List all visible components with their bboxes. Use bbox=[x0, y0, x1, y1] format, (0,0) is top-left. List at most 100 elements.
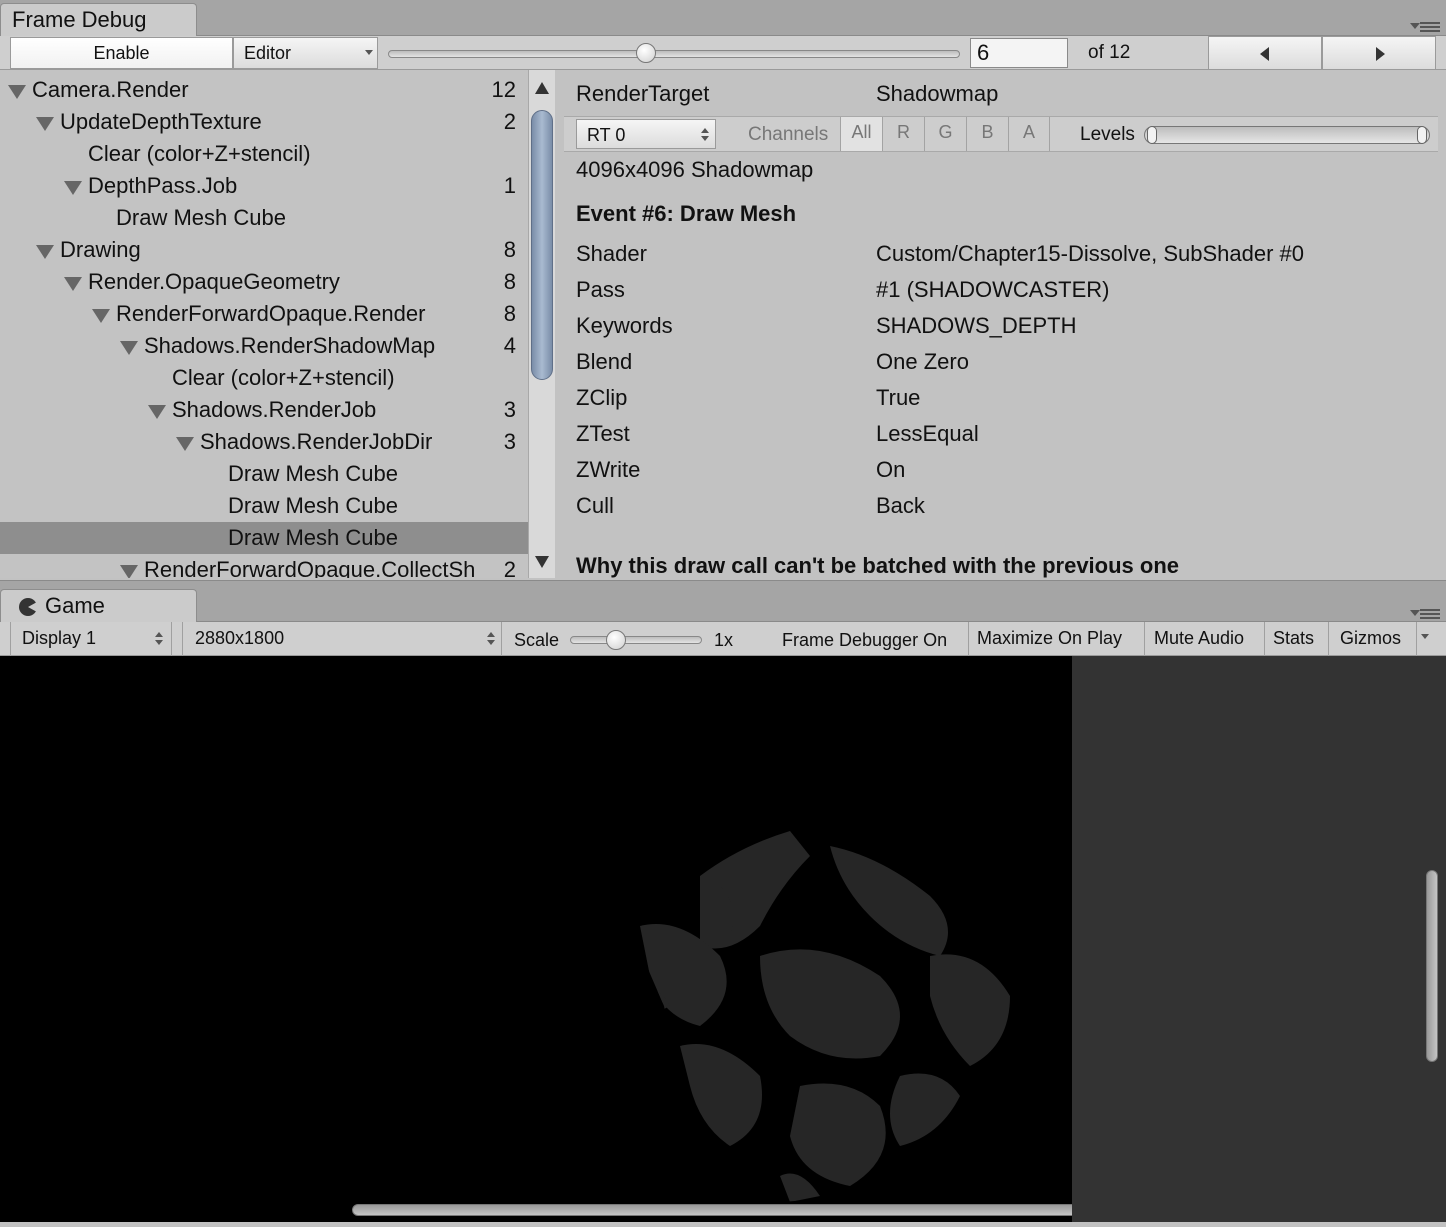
game-toolbar: Display 1 2880x1800 Scale 1x Frame Debug… bbox=[0, 622, 1446, 656]
event-slider[interactable] bbox=[388, 36, 964, 70]
arrow-right-icon bbox=[1376, 47, 1385, 61]
levels-min-handle[interactable] bbox=[1147, 126, 1157, 144]
expand-triangle-icon[interactable] bbox=[8, 85, 26, 99]
display-dropdown[interactable]: Display 1 bbox=[10, 622, 172, 656]
event-tree: Camera.Render 12 UpdateDepthTexture 2 Clear … bbox=[0, 70, 528, 578]
maximize-on-play-toggle[interactable]: Maximize On Play bbox=[977, 622, 1122, 654]
levels-range-slider[interactable] bbox=[1144, 126, 1430, 144]
tree-row[interactable]: Render.OpaqueGeometry 8 bbox=[0, 266, 528, 298]
rt-select-label: RT 0 bbox=[587, 125, 626, 145]
channel-b-button[interactable]: B bbox=[966, 117, 1008, 151]
tree-scrollbar-thumb[interactable] bbox=[531, 110, 553, 380]
editor-dropdown-label: Editor bbox=[244, 43, 292, 63]
chevron-down-icon[interactable] bbox=[1421, 634, 1429, 639]
tree-row-count: 2 bbox=[499, 106, 516, 138]
gizmos-toggle[interactable]: Gizmos bbox=[1340, 622, 1401, 654]
property-name: ZClip bbox=[576, 385, 628, 410]
game-viewport[interactable] bbox=[0, 656, 1078, 1222]
expand-triangle-icon[interactable] bbox=[36, 245, 54, 259]
scroll-up-icon[interactable] bbox=[535, 82, 549, 94]
tree-scrollbar[interactable] bbox=[528, 70, 555, 578]
scale-slider-thumb[interactable] bbox=[606, 630, 626, 650]
tree-row-label: RenderForwardOpaque.CollectSh bbox=[144, 557, 476, 578]
updown-icon bbox=[701, 128, 709, 142]
viewport-vertical-scrollbar[interactable] bbox=[1426, 870, 1438, 1062]
tree-row[interactable]: Shadows.RenderJobDir 3 bbox=[0, 426, 528, 458]
tree-row-label: DepthPass.Job bbox=[88, 173, 238, 198]
game-window-menu-icon[interactable] bbox=[1410, 607, 1440, 621]
tree-row-label: Draw Mesh Cube bbox=[228, 493, 398, 518]
previous-event-button[interactable] bbox=[1208, 36, 1322, 70]
event-slider-thumb[interactable] bbox=[636, 43, 656, 63]
tree-row[interactable]: Draw Mesh Cube bbox=[0, 490, 528, 522]
tree-row-label: Shadows.RenderJob bbox=[172, 397, 377, 422]
channel-a-button[interactable]: A bbox=[1008, 117, 1050, 151]
stats-toggle[interactable]: Stats bbox=[1273, 622, 1314, 654]
tree-row-label: Draw Mesh Cube bbox=[228, 525, 398, 550]
enable-button[interactable]: Enable bbox=[10, 37, 233, 69]
next-event-button[interactable] bbox=[1322, 36, 1436, 70]
scroll-down-icon[interactable] bbox=[535, 556, 549, 568]
render-target-toolbar: RT 0 Channels All R G B A Levels bbox=[564, 116, 1438, 152]
tree-row-label: Draw Mesh Cube bbox=[116, 205, 286, 230]
tree-row[interactable]: Camera.Render 12 bbox=[0, 74, 528, 106]
tree-row[interactable]: Clear (color+Z+stencil) bbox=[0, 138, 528, 170]
expand-triangle-icon[interactable] bbox=[92, 309, 110, 323]
expand-triangle-icon[interactable] bbox=[36, 117, 54, 131]
viewport-horizontal-scrollbar[interactable] bbox=[352, 1204, 1078, 1216]
property-value: #1 (SHADOWCASTER) bbox=[876, 277, 1110, 302]
arrow-left-icon bbox=[1260, 47, 1269, 61]
frame-debug-tab[interactable]: Frame Debug bbox=[0, 3, 197, 36]
tree-row-label: Clear (color+Z+stencil) bbox=[88, 141, 311, 166]
tree-row[interactable]: Shadows.RenderShadowMap 4 bbox=[0, 330, 528, 362]
property-name: Blend bbox=[576, 349, 633, 374]
toolbar-separator bbox=[1264, 622, 1265, 656]
tree-row[interactable]: UpdateDepthTexture 2 bbox=[0, 106, 528, 138]
tree-row[interactable]: Draw Mesh Cube bbox=[0, 458, 528, 490]
event-index-input[interactable]: 6 bbox=[970, 38, 1068, 68]
scale-label: Scale bbox=[514, 630, 560, 650]
tree-row[interactable]: Shadows.RenderJob 3 bbox=[0, 394, 528, 426]
tree-row-label: RenderForwardOpaque.Render bbox=[116, 301, 426, 326]
expand-triangle-icon[interactable] bbox=[176, 437, 194, 451]
tree-row[interactable]: RenderForwardOpaque.Render 8 bbox=[0, 298, 528, 330]
expand-triangle-icon[interactable] bbox=[64, 277, 82, 291]
channels-label: Channels bbox=[748, 124, 829, 145]
mute-audio-toggle[interactable]: Mute Audio bbox=[1154, 622, 1244, 654]
property-value: On bbox=[876, 457, 906, 482]
tree-row[interactable]: Drawing 8 bbox=[0, 234, 528, 266]
window-menu-icon[interactable] bbox=[1410, 20, 1440, 34]
expand-triangle-icon[interactable] bbox=[120, 565, 138, 578]
channel-r-button[interactable]: R bbox=[882, 117, 924, 151]
expand-triangle-icon[interactable] bbox=[120, 341, 138, 355]
scale-slider[interactable] bbox=[570, 622, 704, 656]
levels-label: Levels bbox=[1080, 124, 1135, 145]
dissolve-cube-render bbox=[640, 831, 1010, 1202]
expand-triangle-icon[interactable] bbox=[148, 405, 166, 419]
tree-row-count: 2 bbox=[499, 554, 516, 578]
editor-dropdown[interactable]: Editor bbox=[233, 37, 378, 69]
game-tab[interactable]: Game bbox=[0, 589, 197, 623]
tree-row[interactable]: Draw Mesh Cube bbox=[0, 522, 528, 554]
channel-g-button[interactable]: G bbox=[924, 117, 966, 151]
levels-max-handle[interactable] bbox=[1417, 126, 1427, 144]
tree-row-count: 8 bbox=[499, 266, 516, 298]
tree-row-count: 1 bbox=[499, 170, 516, 202]
game-tab-bar: Game bbox=[0, 580, 1446, 623]
frame-debugger-on-label: Frame Debugger On bbox=[782, 630, 948, 650]
tree-row[interactable]: RenderForwardOpaque.CollectSh 2 bbox=[0, 554, 528, 578]
game-tab-label: Game bbox=[45, 593, 105, 618]
property-value: True bbox=[876, 385, 921, 410]
channel-all-button[interactable]: All bbox=[840, 117, 882, 151]
tree-row[interactable]: DepthPass.Job 1 bbox=[0, 170, 528, 202]
expand-triangle-icon[interactable] bbox=[64, 181, 82, 195]
event-title: Event #6: Draw Mesh bbox=[576, 201, 797, 226]
frame-debug-tab-bar: Frame Debug bbox=[0, 0, 1446, 36]
rt-select[interactable]: RT 0 bbox=[576, 119, 716, 149]
tree-row[interactable]: Draw Mesh Cube bbox=[0, 202, 528, 234]
tree-row-count: 8 bbox=[499, 234, 516, 266]
toolbar-separator bbox=[1328, 622, 1329, 656]
tree-row[interactable]: Clear (color+Z+stencil) bbox=[0, 362, 528, 394]
resolution-dropdown[interactable]: 2880x1800 bbox=[182, 622, 502, 656]
tree-row-label: Shadows.RenderShadowMap bbox=[144, 333, 436, 358]
